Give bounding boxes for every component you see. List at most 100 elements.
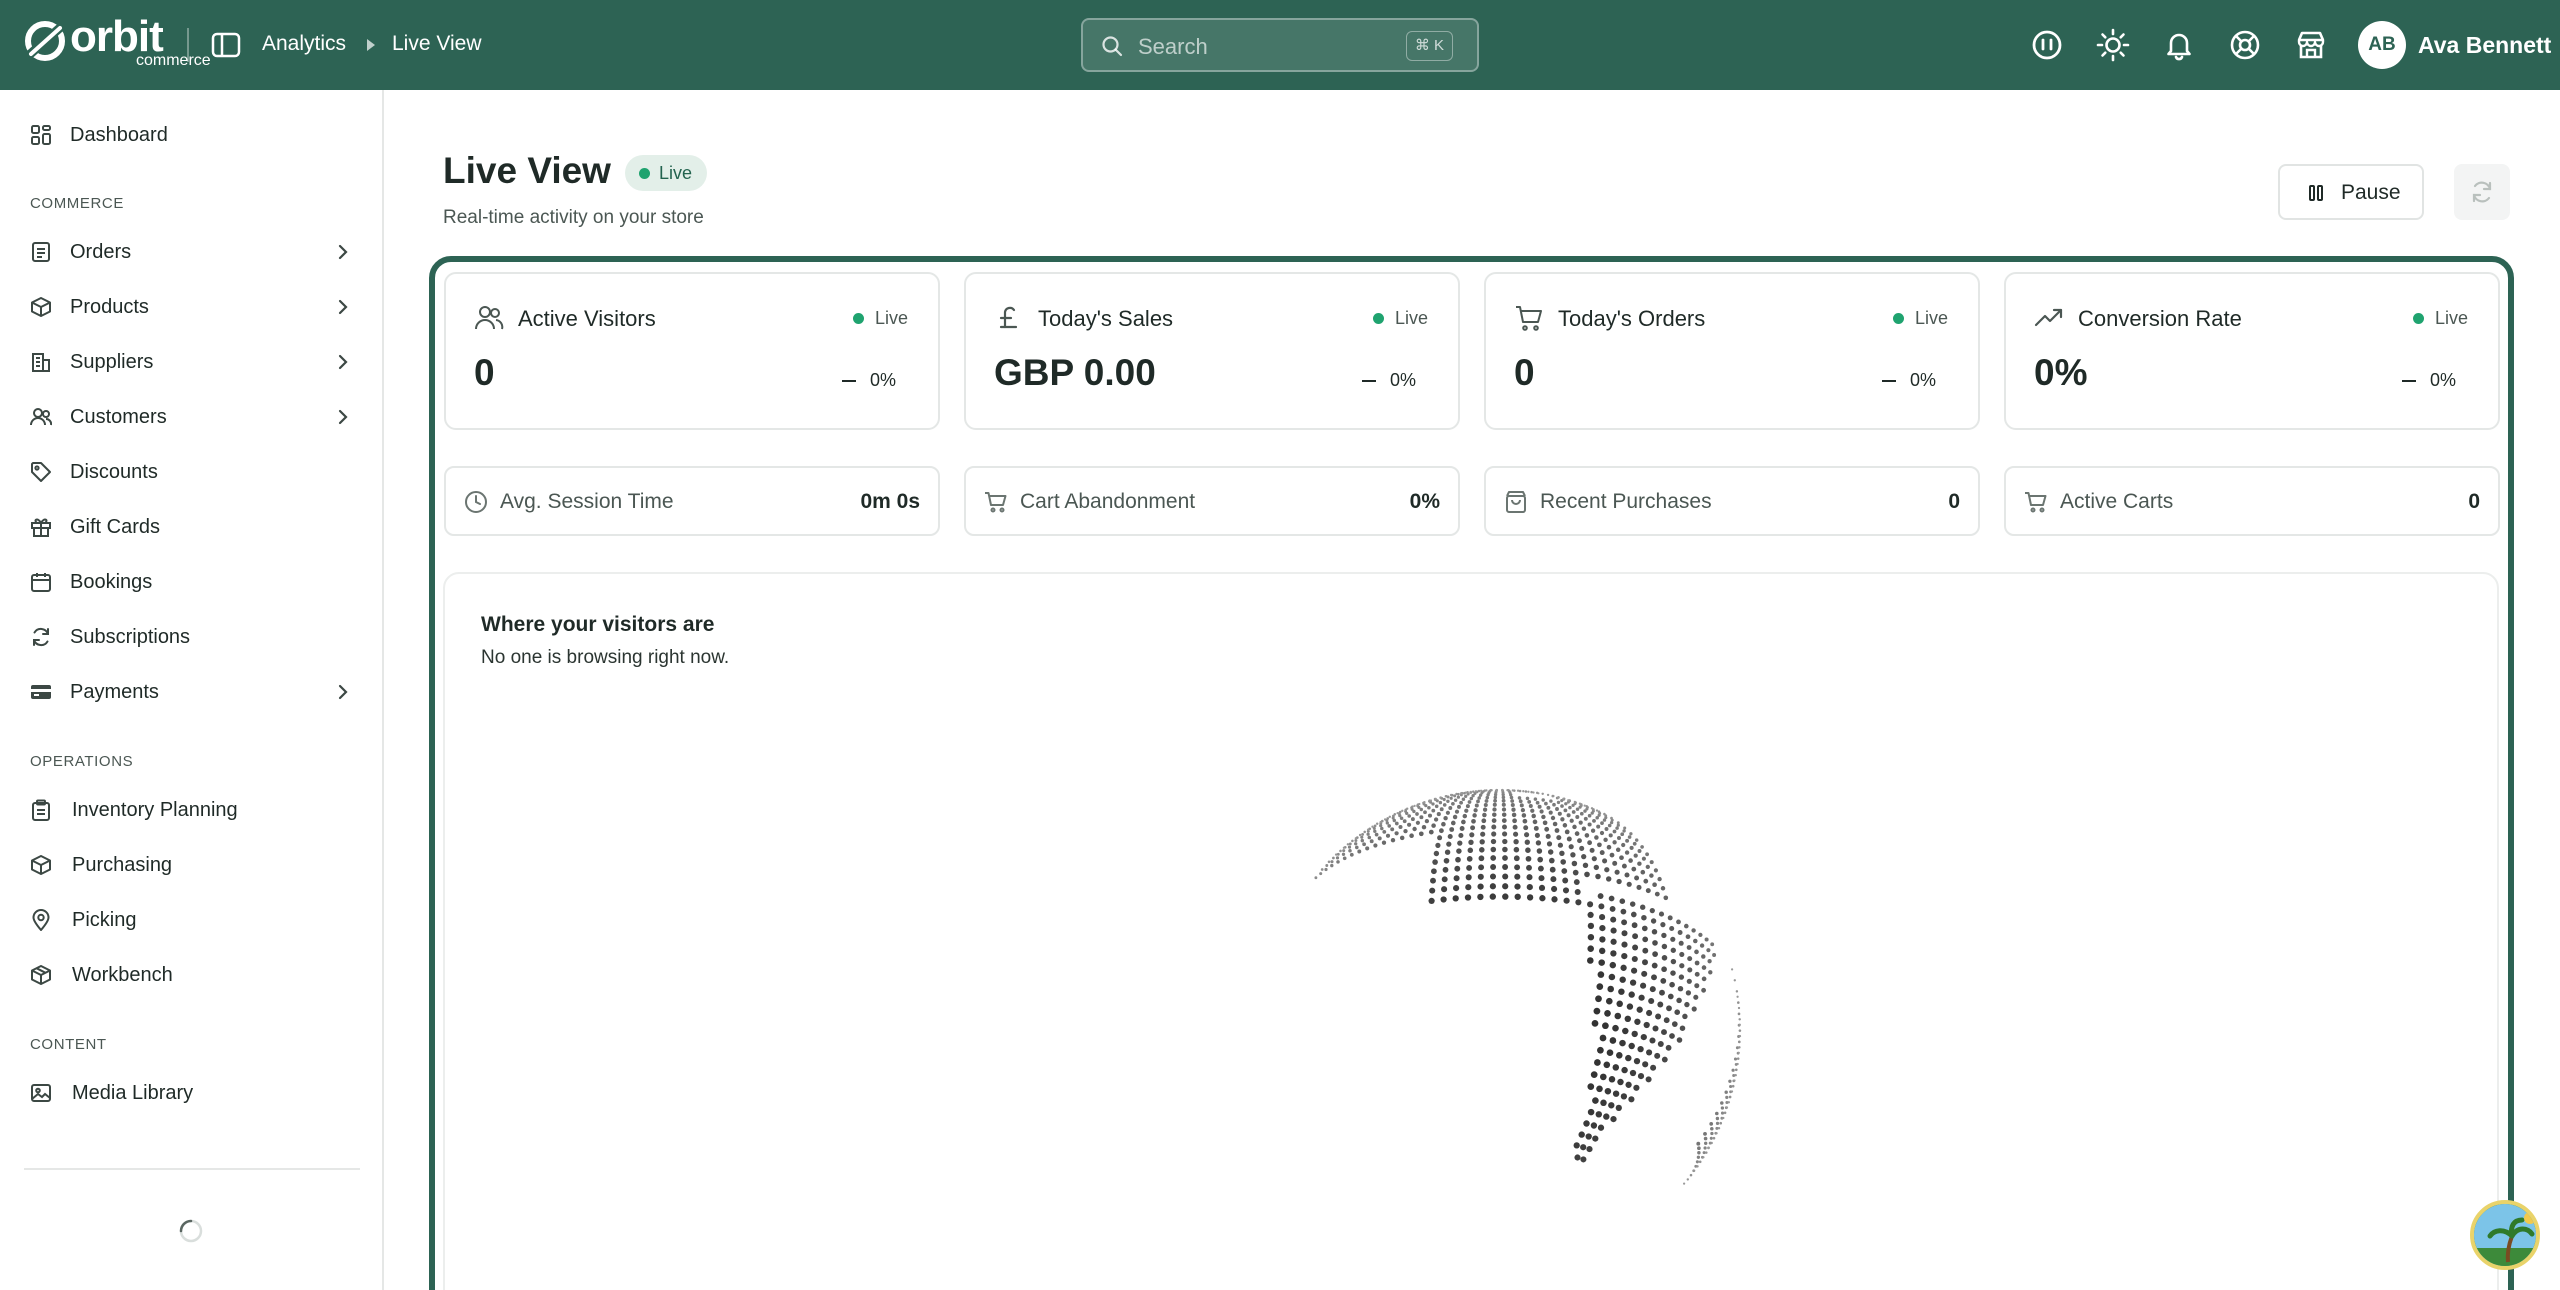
live-badge-label: Live <box>659 163 693 183</box>
globe-dot <box>1374 832 1379 837</box>
globe-dot <box>1388 815 1392 819</box>
theme-toggle-icon[interactable] <box>2096 28 2130 62</box>
search-icon <box>1102 36 1123 57</box>
sidebar-item-media-library[interactable]: Media Library <box>0 1068 382 1118</box>
globe-dot <box>1652 951 1658 957</box>
sidebar-item-gift-cards[interactable]: Gift Cards <box>0 502 382 552</box>
globe-dot <box>1413 804 1416 808</box>
globe-dot <box>1441 886 1448 893</box>
sidebar-item-orders[interactable]: Orders <box>0 227 382 277</box>
globe-dot <box>1489 893 1496 900</box>
divider <box>187 28 189 62</box>
sidebar-item-purchasing[interactable]: Purchasing <box>0 840 382 890</box>
refresh-button[interactable] <box>2454 164 2510 220</box>
globe-dot <box>1502 864 1509 870</box>
globe-dot <box>1434 804 1439 809</box>
globe-dot <box>1731 1068 1735 1072</box>
globe-dot <box>1645 864 1650 870</box>
globe-dot <box>1587 1083 1595 1090</box>
globe-dot <box>1423 810 1427 815</box>
sidebar-item-dashboard[interactable]: Dashboard <box>0 110 382 160</box>
globe-dot <box>1736 995 1739 998</box>
globe-dot <box>1640 1033 1647 1041</box>
globe-dot <box>1541 814 1546 820</box>
globe-dot <box>1703 1136 1708 1141</box>
globe-dot <box>1633 1084 1640 1091</box>
sidebar-item-payments[interactable]: Payments <box>0 667 382 717</box>
sidebar-item-suppliers[interactable]: Suppliers <box>0 337 382 387</box>
sidebar-item-inventory-planning[interactable]: Inventory Planning <box>0 785 382 835</box>
storefront-icon[interactable] <box>2294 28 2328 62</box>
globe-dot <box>1437 835 1443 841</box>
globe-dot <box>1474 803 1479 808</box>
sidebar-toggle-icon[interactable] <box>210 29 242 61</box>
pause-button-label: Pause <box>2341 181 2401 204</box>
help-icon[interactable] <box>2228 28 2262 62</box>
globe-dot <box>1631 1030 1638 1038</box>
pause-button[interactable]: Pause <box>2278 164 2424 220</box>
globe-dot <box>1546 805 1551 810</box>
notifications-icon[interactable] <box>2162 28 2196 62</box>
ai-assistant-icon[interactable] <box>2030 28 2064 62</box>
globe-dot <box>1473 808 1478 813</box>
globe-dot <box>1554 828 1560 833</box>
globe-dot <box>1612 840 1617 845</box>
globe-dot <box>1657 876 1662 882</box>
globe-dot <box>1596 824 1601 829</box>
globe-dot <box>1587 901 1594 908</box>
globe-dot <box>1517 796 1522 800</box>
globe-dot <box>1701 976 1707 982</box>
sidebar-item-customers[interactable]: Customers <box>0 392 382 442</box>
globe-dot <box>1677 930 1683 935</box>
mini-stat-value: 0% <box>1409 490 1440 513</box>
stat-card-todays-orders: Today's Orders Live 0 0% <box>1484 272 1980 430</box>
globe-dot <box>1596 1085 1603 1093</box>
globe-dot <box>1652 882 1657 888</box>
sidebar-item-label: Inventory Planning <box>72 798 238 821</box>
globe-dot <box>1730 1090 1734 1093</box>
globe-dot <box>1670 936 1676 942</box>
floating-assistant-button[interactable] <box>2470 1200 2540 1270</box>
globe-visualization[interactable] <box>1240 770 1760 1290</box>
sidebar-item-bookings[interactable]: Bookings <box>0 557 382 607</box>
globe-dot <box>1605 997 1613 1005</box>
globe-dot <box>1725 1106 1729 1109</box>
globe-dot <box>1493 798 1498 803</box>
search-box[interactable]: Search ⌘ K <box>1081 18 1479 72</box>
sidebar-item-picking[interactable]: Picking <box>0 895 382 945</box>
globe-dot <box>1628 991 1635 998</box>
globe-dot <box>1661 1029 1667 1036</box>
globe-dot <box>1652 940 1658 946</box>
globe-dot <box>1405 807 1409 810</box>
globe-dot <box>1710 1126 1714 1131</box>
user-name[interactable]: Ava Bennett <box>2418 32 2551 59</box>
globe-dot <box>1661 1056 1668 1063</box>
globe-dot <box>1670 970 1676 976</box>
globe-dot <box>1342 849 1346 853</box>
globe-dot <box>1645 852 1650 857</box>
sidebar-item-subscriptions[interactable]: Subscriptions <box>0 612 382 662</box>
globe-dot <box>1527 800 1532 804</box>
sidebar-item-discounts[interactable]: Discounts <box>0 447 382 497</box>
globe-dot <box>1547 849 1554 855</box>
dash-icon <box>1881 380 1896 382</box>
sidebar-item-label: Discounts <box>70 460 158 483</box>
globe-dot <box>1573 800 1577 804</box>
globe-dot <box>1706 948 1711 953</box>
globe-dot <box>1619 976 1626 983</box>
globe-dot <box>1696 1155 1701 1159</box>
globe-dot <box>1599 914 1606 921</box>
avatar[interactable]: AB <box>2358 21 2406 69</box>
sidebar-item-products[interactable]: Products <box>0 282 382 332</box>
globe-dot <box>1671 1021 1678 1027</box>
sidebar-item-workbench[interactable]: Workbench <box>0 950 382 1000</box>
globe-dot <box>1354 837 1357 840</box>
mini-stat-value: 0 <box>2468 490 2480 513</box>
breadcrumb-analytics[interactable]: Analytics <box>262 32 346 56</box>
globe-dot <box>1597 1046 1604 1054</box>
globe-dot <box>1450 820 1456 826</box>
globe-dot <box>1407 822 1412 827</box>
globe-dot <box>1691 928 1696 933</box>
globe-dot <box>1443 857 1450 864</box>
globe-dot <box>1567 799 1570 802</box>
